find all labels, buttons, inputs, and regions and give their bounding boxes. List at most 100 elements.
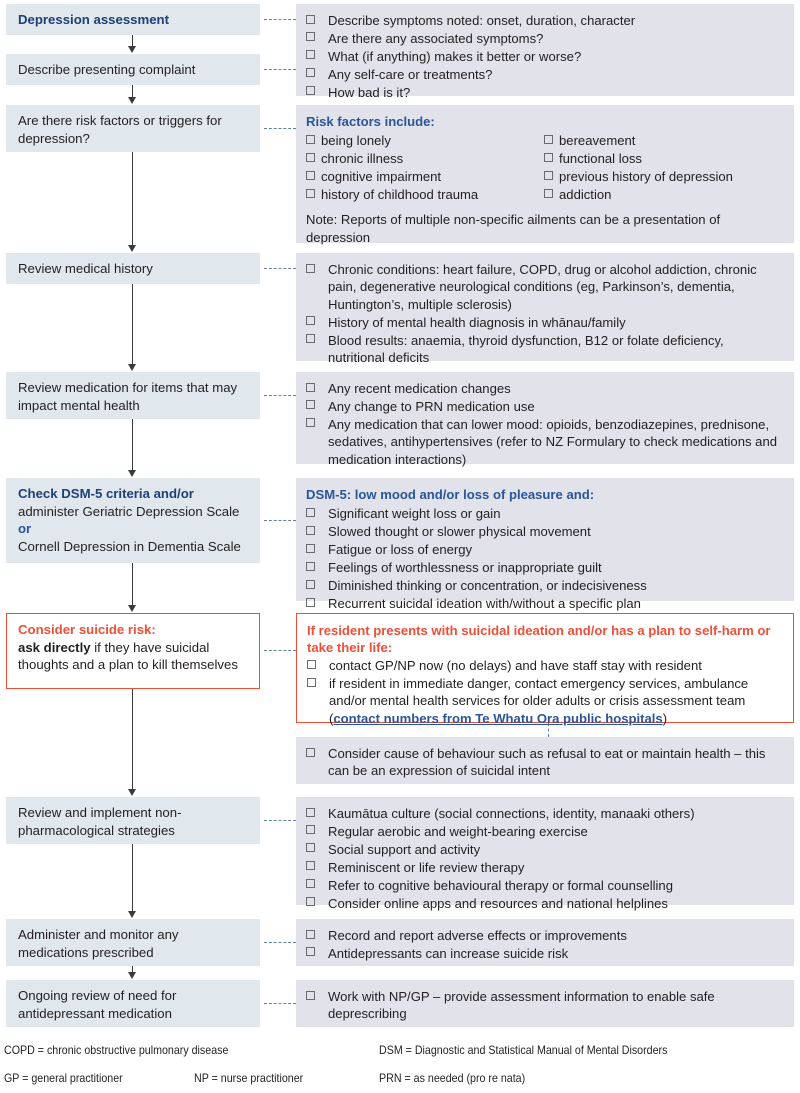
checkbox-icon[interactable]	[306, 32, 315, 42]
checkbox-icon[interactable]	[544, 188, 553, 198]
checkbox-icon[interactable]	[306, 134, 315, 144]
checklist-item[interactable]: Consider online apps and resources and n…	[306, 895, 782, 912]
checklist-item[interactable]: Any medication that can lower mood: opio…	[306, 416, 782, 468]
checklist-item-label: Feelings of worthlessness or inappropria…	[328, 560, 602, 576]
checklist-item[interactable]: chronic illness	[306, 150, 544, 167]
checkbox-icon[interactable]	[544, 170, 553, 180]
checkbox-icon[interactable]	[306, 561, 315, 571]
checklist-item[interactable]: History of mental health diagnosis in wh…	[306, 314, 782, 331]
checklist-item[interactable]: Any self-care or treatments?	[306, 66, 782, 83]
flow-step-consider-suicide-risk[interactable]: Consider suicide risk: ask directly if t…	[6, 613, 260, 689]
checklist-item[interactable]: Social support and activity	[306, 841, 782, 858]
checklist-item[interactable]: Kaumātua culture (social connections, id…	[306, 805, 782, 822]
checklist-item[interactable]: Regular aerobic and weight-bearing exerc…	[306, 823, 782, 840]
checklist-item[interactable]: Any change to PRN medication use	[306, 398, 782, 415]
dotted-connector	[264, 820, 296, 821]
checkbox-icon[interactable]	[306, 334, 315, 344]
flow-step-ongoing-review-antidepressant[interactable]: Ongoing review of need for antidepressan…	[6, 980, 260, 1027]
checkbox-icon[interactable]	[306, 86, 315, 96]
checkbox-icon[interactable]	[306, 543, 315, 553]
flow-step-depression-assessment[interactable]: Depression assessment	[6, 4, 260, 35]
checklist-item-label: Significant weight loss or gain	[328, 506, 501, 522]
flow-arrow-head	[127, 789, 136, 796]
checklist-item[interactable]: Are there any associated symptoms?	[306, 30, 782, 47]
checklist-item[interactable]: history of childhood trauma	[306, 186, 544, 203]
checklist-item-label-suffix: )	[662, 710, 668, 726]
flow-step-administer-monitor-medications[interactable]: Administer and monitor any medications p…	[6, 919, 260, 966]
checkbox-icon[interactable]	[306, 597, 315, 607]
risk-factors-column-1: being lonely chronic illness cognitive i…	[306, 132, 544, 204]
checklist-item[interactable]: Any recent medication changes	[306, 380, 782, 397]
checkbox-icon[interactable]	[306, 382, 315, 392]
checkbox-icon[interactable]	[306, 170, 315, 180]
checkbox-icon[interactable]	[306, 990, 315, 1000]
flow-step-check-dsm5[interactable]: Check DSM-5 criteria and/or administer G…	[6, 478, 260, 563]
checklist-item[interactable]: Diminished thinking or concentration, or…	[306, 577, 782, 594]
checklist-item[interactable]: Slowed thought or slower physical moveme…	[306, 523, 782, 540]
checklist-item[interactable]: Chronic conditions: heart failure, COPD,…	[306, 261, 782, 313]
checkbox-icon[interactable]	[306, 843, 315, 853]
flow-step-non-pharmacological-strategies[interactable]: Review and implement non-pharmacological…	[6, 797, 260, 844]
flow-step-review-medical-history[interactable]: Review medical history	[6, 253, 260, 284]
checkbox-icon[interactable]	[306, 316, 315, 326]
flow-step-describe-presenting-complaint[interactable]: Describe presenting complaint	[6, 54, 260, 85]
checklist-item[interactable]: What (if anything) makes it better or wo…	[306, 48, 782, 65]
detail-panel-suicide-plan: If resident presents with suicidal ideat…	[296, 613, 794, 726]
checklist-item[interactable]: bereavement	[544, 132, 782, 149]
checkbox-icon[interactable]	[306, 188, 315, 198]
checklist-item[interactable]: if resident in immediate danger, contact…	[307, 675, 781, 727]
checkbox-icon[interactable]	[306, 14, 315, 24]
checklist-item[interactable]: Significant weight loss or gain	[306, 505, 782, 522]
checklist-item[interactable]: Record and report adverse effects or imp…	[306, 927, 782, 944]
checkbox-icon[interactable]	[306, 897, 315, 907]
checklist-item[interactable]: contact GP/NP now (no delays) and have s…	[307, 657, 781, 674]
checklist-item[interactable]: How bad is it?	[306, 84, 782, 101]
flow-step-label-bold: Consider suicide risk:	[18, 622, 156, 637]
checklist-item[interactable]: Describe symptoms noted: onset, duration…	[306, 12, 782, 29]
checkbox-icon[interactable]	[306, 747, 315, 757]
flow-step-risk-factors-triggers[interactable]: Are there risk factors or triggers for d…	[6, 105, 260, 152]
checklist-item[interactable]: previous history of depression	[544, 168, 782, 185]
checklist-item[interactable]: addiction	[544, 186, 782, 203]
checklist-item[interactable]: Recurrent suicidal ideation with/without…	[306, 595, 782, 612]
checkbox-icon[interactable]	[306, 418, 315, 428]
checkbox-icon[interactable]	[307, 677, 316, 687]
checklist-item-label: Describe symptoms noted: onset, duration…	[328, 13, 636, 28]
detail-panel-dsm5: DSM-5: low mood and/or loss of pleasure …	[296, 478, 794, 611]
checkbox-icon[interactable]	[306, 825, 315, 835]
checklist-item-label: Chronic conditions: heart failure, COPD,…	[328, 262, 757, 312]
checkbox-icon[interactable]	[544, 152, 553, 162]
checkbox-icon[interactable]	[306, 525, 315, 535]
checklist-item[interactable]: being lonely	[306, 132, 544, 149]
checkbox-icon[interactable]	[544, 134, 553, 144]
checkbox-icon[interactable]	[306, 507, 315, 517]
checklist-item[interactable]: Antidepressants can increase suicide ris…	[306, 945, 782, 962]
checklist-item[interactable]: Reminiscent or life review therapy	[306, 859, 782, 876]
checklist-item[interactable]: functional loss	[544, 150, 782, 167]
checklist-item[interactable]: Consider cause of behaviour such as refu…	[306, 745, 782, 780]
checkbox-icon[interactable]	[306, 861, 315, 871]
checkbox-icon[interactable]	[306, 68, 315, 78]
checkbox-icon[interactable]	[306, 929, 315, 939]
risk-factors-note: Note: Reports of multiple non-specific a…	[306, 212, 721, 246]
checklist-item[interactable]: Blood results: anaemia, thyroid dysfunct…	[306, 332, 782, 367]
flow-arrow-head	[127, 972, 136, 979]
checklist-item[interactable]: Work with NP/GP – provide assessment inf…	[306, 988, 782, 1023]
flow-step-review-medication[interactable]: Review medication for items that may imp…	[6, 372, 260, 419]
checkbox-icon[interactable]	[306, 579, 315, 589]
checklist-item[interactable]: cognitive impairment	[306, 168, 544, 185]
checkbox-icon[interactable]	[306, 947, 315, 957]
checkbox-icon[interactable]	[306, 263, 315, 273]
checkbox-icon[interactable]	[306, 152, 315, 162]
checkbox-icon[interactable]	[306, 879, 315, 889]
checkbox-icon[interactable]	[306, 807, 315, 817]
checklist-item[interactable]: Fatigue or loss of energy	[306, 541, 782, 558]
checklist-item[interactable]: Feelings of worthlessness or inappropria…	[306, 559, 782, 576]
te-whatu-ora-contact-link[interactable]: contact numbers from Te Whatu Ora public…	[333, 711, 662, 726]
checklist-item-label: addiction	[559, 187, 612, 203]
checklist-item-label: Kaumātua culture (social connections, id…	[328, 806, 695, 821]
checklist-item[interactable]: Refer to cognitive behavioural therapy o…	[306, 877, 782, 894]
checkbox-icon[interactable]	[306, 50, 315, 60]
checkbox-icon[interactable]	[307, 659, 316, 669]
checkbox-icon[interactable]	[306, 400, 315, 410]
